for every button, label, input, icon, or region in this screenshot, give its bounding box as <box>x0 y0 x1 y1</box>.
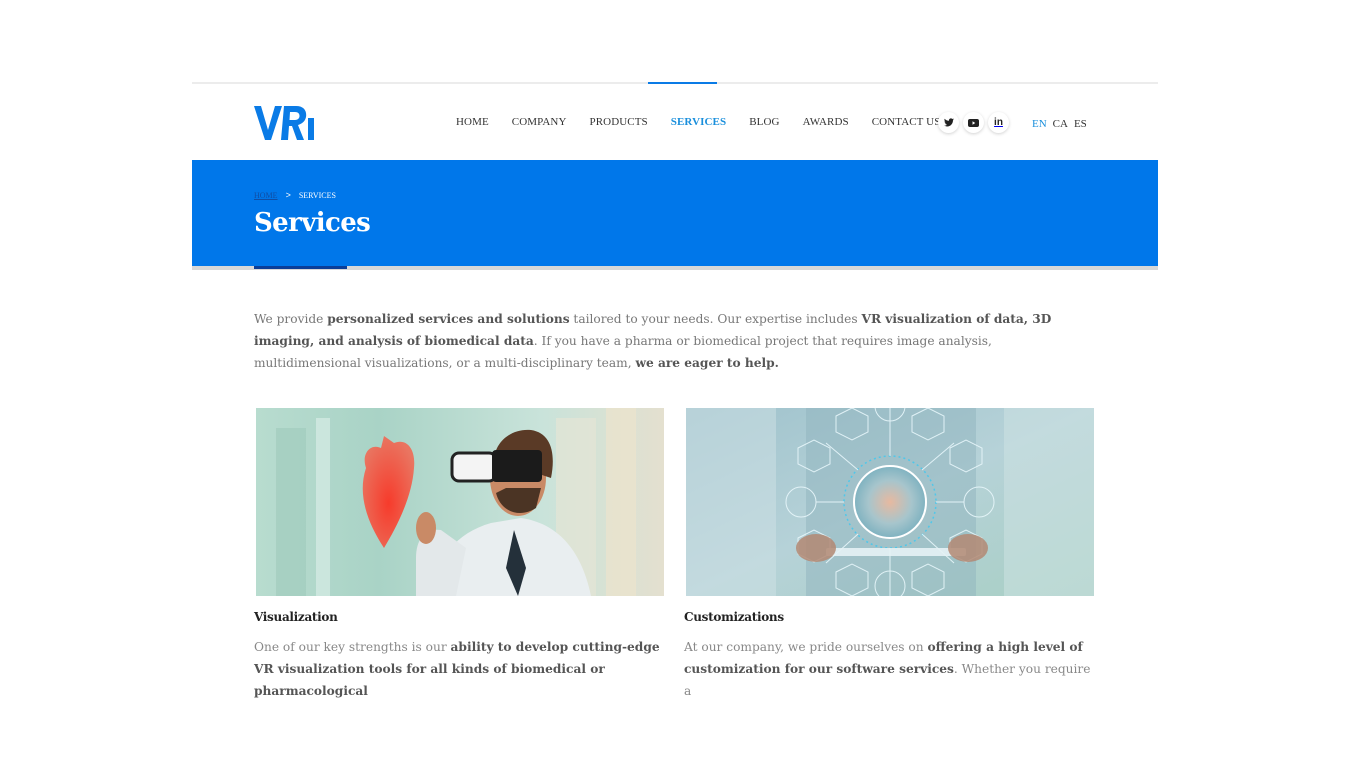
text-segment: We provide <box>254 312 328 326</box>
linkedin-icon: in <box>994 117 1003 128</box>
twitter-icon <box>943 118 954 127</box>
social-links: in <box>938 112 1009 133</box>
intro-paragraph: We provide personalized services and sol… <box>254 308 1094 374</box>
service-card-visualization: Visualization One of our key strengths i… <box>254 408 664 702</box>
customizations-image <box>686 408 1094 596</box>
vri-logo[interactable] <box>254 104 316 142</box>
youtube-button[interactable] <box>963 112 984 133</box>
card-title: Visualization <box>254 610 338 624</box>
banner-underline <box>192 266 1158 270</box>
breadcrumb-chevron-icon: > <box>285 190 291 200</box>
card-text: At our company, we pride ourselves on of… <box>684 636 1094 702</box>
emphasized-text: we are eager to help. <box>635 356 779 370</box>
youtube-icon <box>968 118 979 127</box>
language-switcher: EN CA ES <box>1032 118 1087 130</box>
nav-contact-us[interactable]: CONTACT US <box>872 116 941 128</box>
lang-en[interactable]: EN <box>1032 118 1047 130</box>
card-title: Customizations <box>684 610 784 624</box>
emphasized-text: personalized services and solutions <box>327 312 570 326</box>
nav-company[interactable]: COMPANY <box>512 116 567 128</box>
nav-services[interactable]: SERVICES <box>671 116 726 128</box>
visualization-image <box>256 408 664 596</box>
nav-awards[interactable]: AWARDS <box>803 116 849 128</box>
breadcrumb-current: SERVICES <box>298 190 336 200</box>
nav-products[interactable]: PRODUCTS <box>590 116 648 128</box>
title-accent-bar <box>254 266 347 269</box>
main-nav: HOME COMPANY PRODUCTS SERVICES BLOG AWAR… <box>456 116 963 128</box>
page-container: HOME COMPANY PRODUCTS SERVICES BLOG AWAR… <box>192 82 1158 698</box>
service-card-customizations: Customizations At our company, we pride … <box>684 408 1094 702</box>
page-title: Services <box>254 208 371 238</box>
lang-es[interactable]: ES <box>1074 118 1087 130</box>
breadcrumb: HOME > SERVICES <box>254 190 336 200</box>
nav-home[interactable]: HOME <box>456 116 489 128</box>
text-segment: tailored to your needs. Our expertise in… <box>569 312 862 326</box>
nav-blog[interactable]: BLOG <box>749 116 779 128</box>
text-segment: One of our key strengths is our <box>254 640 451 654</box>
linkedin-button[interactable]: in <box>988 112 1009 133</box>
site-header: HOME COMPANY PRODUCTS SERVICES BLOG AWAR… <box>192 82 1158 160</box>
twitter-button[interactable] <box>938 112 959 133</box>
card-text: One of our key strengths is our ability … <box>254 636 664 702</box>
lang-ca[interactable]: CA <box>1053 118 1068 130</box>
breadcrumb-home[interactable]: HOME <box>254 191 278 200</box>
text-segment: At our company, we pride ourselves on <box>684 640 928 654</box>
page-banner: HOME > SERVICES Services <box>192 160 1158 266</box>
